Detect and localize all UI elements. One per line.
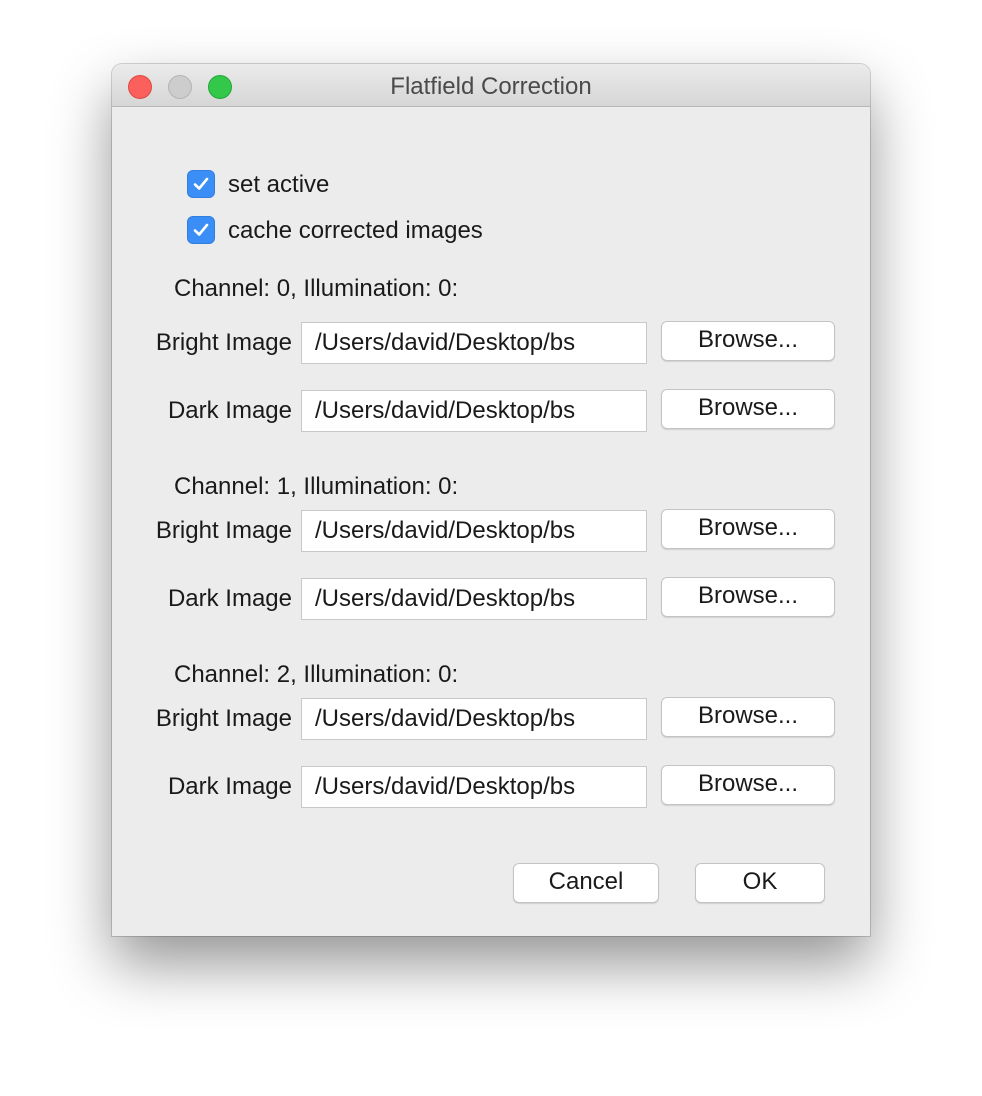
channel-2-dark-label: Dark Image [167,773,292,800]
channel-2-bright-browse-button[interactable]: Browse... [661,697,835,737]
set-active-label[interactable]: set active [228,170,329,200]
channel-1-bright-browse-button[interactable]: Browse... [661,509,835,549]
cache-corrected-images-label[interactable]: cache corrected images [228,216,483,246]
checkmark-icon [193,177,209,190]
channel-1-dark-path-field[interactable]: /Users/david/Desktop/bs [301,578,647,620]
channel-0-bright-path-field[interactable]: /Users/david/Desktop/bs [301,322,647,364]
channel-1-bright-label: Bright Image [155,517,292,544]
channel-0-bright-label: Bright Image [155,329,292,356]
channel-2-bright-label: Bright Image [155,705,292,732]
set-active-checkbox[interactable] [187,170,215,198]
cache-corrected-images-checkbox[interactable] [187,216,215,244]
channel-2-header: Channel: 2, Illumination: 0: [174,661,459,688]
ok-button[interactable]: OK [695,863,825,903]
channel-0-dark-browse-button[interactable]: Browse... [661,389,835,429]
channel-0-dark-label: Dark Image [167,397,292,424]
channel-2-dark-path-field[interactable]: /Users/david/Desktop/bs [301,766,647,808]
flatfield-correction-dialog: Flatfield Correction set active cache co… [112,64,870,936]
channel-0-bright-browse-button[interactable]: Browse... [661,321,835,361]
channel-0-header: Channel: 0, Illumination: 0: [174,275,459,302]
channel-1-header: Channel: 1, Illumination: 0: [174,473,459,500]
window-title: Flatfield Correction [390,73,592,100]
channel-2-dark-browse-button[interactable]: Browse... [661,765,835,805]
cancel-button[interactable]: Cancel [513,863,659,903]
channel-1-dark-browse-button[interactable]: Browse... [661,577,835,617]
channel-2-bright-path-field[interactable]: /Users/david/Desktop/bs [301,698,647,740]
checkmark-icon [193,223,209,236]
channel-1-dark-label: Dark Image [167,585,292,612]
channel-1-bright-path-field[interactable]: /Users/david/Desktop/bs [301,510,647,552]
channel-0-dark-path-field[interactable]: /Users/david/Desktop/bs [301,390,647,432]
title-bar[interactable]: Flatfield Correction [112,64,870,107]
